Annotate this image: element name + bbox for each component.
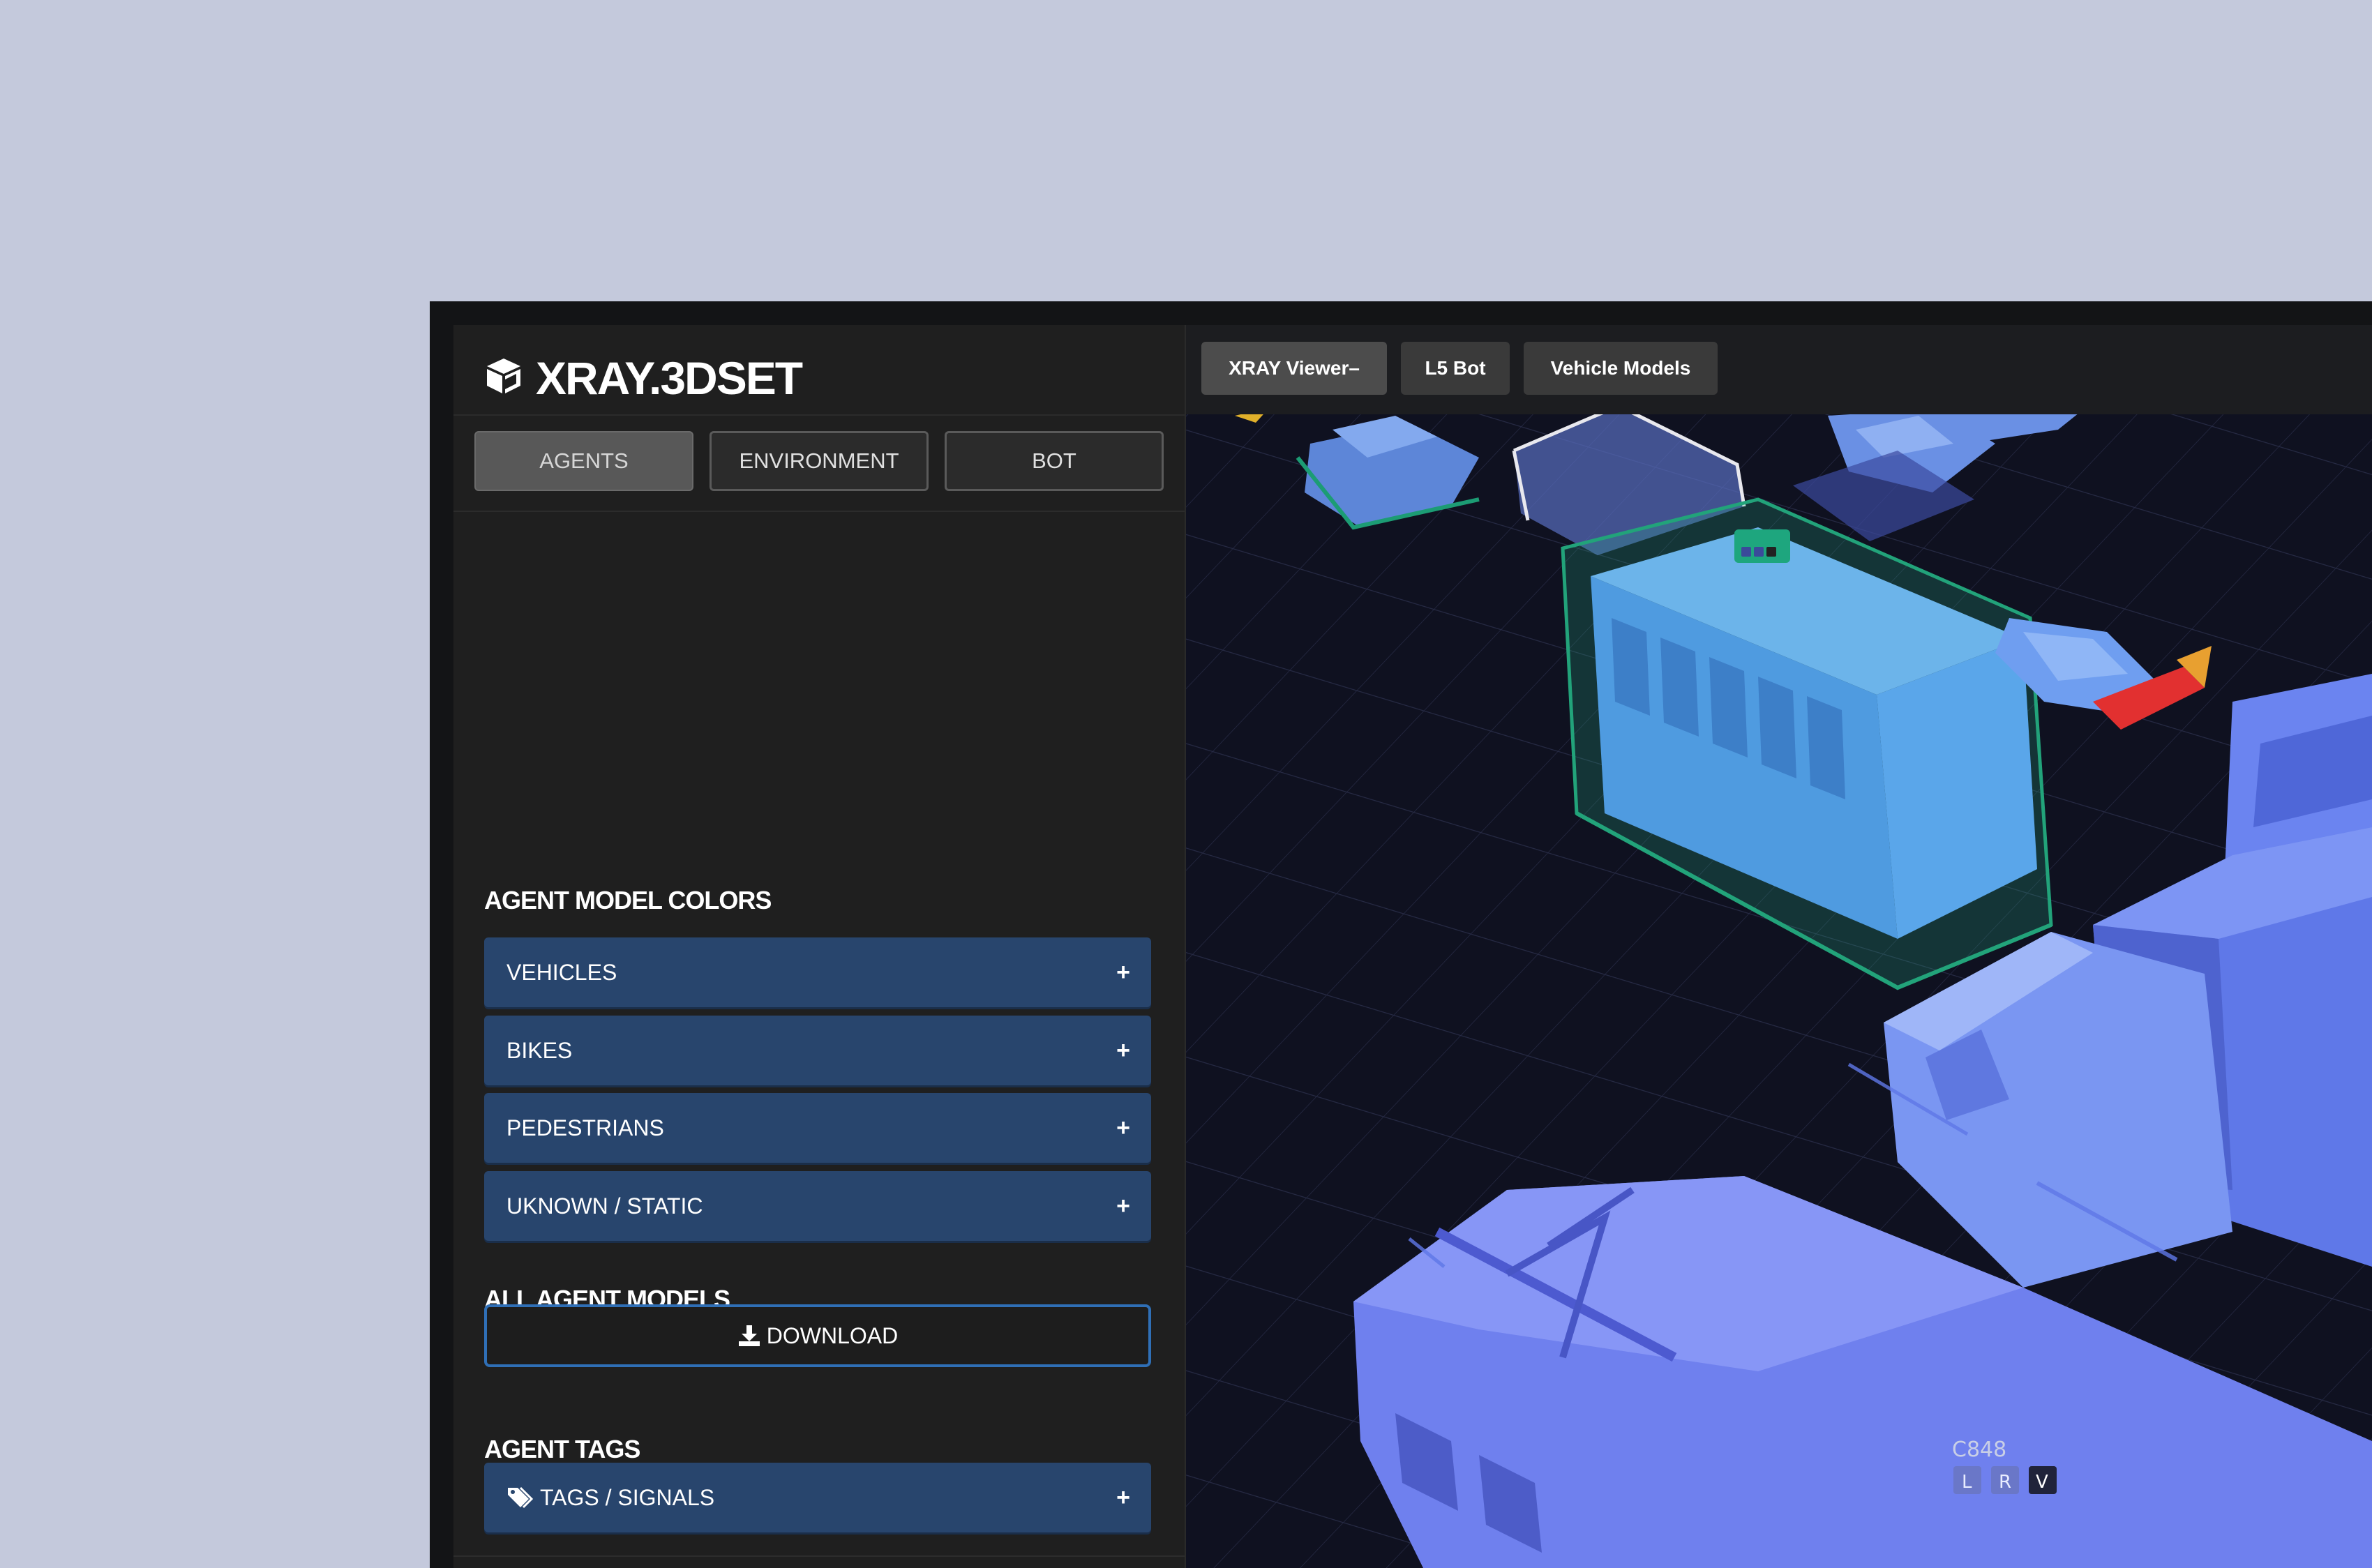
- accordion-vehicles-label: VEHICLES: [506, 959, 617, 985]
- agent-tag-v-label: V: [2036, 1472, 2048, 1493]
- app-title: XRAY.3DSET: [536, 352, 803, 404]
- plus-icon: +: [1116, 1192, 1130, 1219]
- agent-tag-l-label: L: [1962, 1472, 1972, 1493]
- tab-vehicle-models[interactable]: Vehicle Models: [1524, 342, 1718, 395]
- download-icon: [738, 1325, 760, 1346]
- tags-icon: [508, 1486, 534, 1509]
- tab-environment-label: ENVIRONMENT: [739, 448, 899, 473]
- agent-tags-title: AGENT TAGS: [484, 1435, 640, 1463]
- accordion-bikes-label: BIKES: [506, 1037, 573, 1063]
- accordion-unknown-static[interactable]: UKNOWN / STATIC +: [484, 1171, 1151, 1241]
- plus-icon: +: [1116, 958, 1130, 986]
- accordion-unknown-static-label: UKNOWN / STATIC: [506, 1193, 703, 1219]
- tab-agents-label: AGENTS: [539, 448, 629, 473]
- download-button[interactable]: DOWNLOAD: [484, 1304, 1151, 1367]
- sidebar-footer-divider: [453, 1555, 1185, 1557]
- tab-l5-bot-label: L5 Bot: [1425, 357, 1486, 379]
- tab-agents[interactable]: AGENTS: [474, 431, 693, 491]
- accordion-tags-signals-label: TAGS / SIGNALS: [540, 1484, 715, 1510]
- app-frame: XRAY.3DSET AGENTS ENVIRONMENT BOT AGENT …: [453, 325, 2372, 1568]
- accordion-tags-signals[interactable]: TAGS / SIGNALS +: [484, 1463, 1151, 1532]
- plus-icon: +: [1116, 1484, 1130, 1511]
- cube-icon: [487, 359, 520, 393]
- plus-icon: +: [1116, 1114, 1130, 1141]
- agent-model-colors-title: AGENT MODEL COLORS: [484, 886, 772, 914]
- tab-bot[interactable]: BOT: [945, 431, 1164, 491]
- agent-tag-id: C848: [1952, 1438, 2006, 1462]
- tab-bot-label: BOT: [1032, 448, 1076, 473]
- accordion-pedestrians-label: PEDESTRIANS: [506, 1115, 664, 1140]
- tabs-divider: [453, 511, 1185, 512]
- tab-xray-viewer[interactable]: XRAY Viewer–: [1201, 342, 1387, 395]
- accordion-pedestrians[interactable]: PEDESTRIANS +: [484, 1093, 1151, 1163]
- accordion-vehicles[interactable]: VEHICLES +: [484, 937, 1151, 1007]
- tab-vehicle-models-label: Vehicle Models: [1550, 357, 1691, 379]
- app-window: XRAY.3DSET AGENTS ENVIRONMENT BOT AGENT …: [430, 301, 2372, 1568]
- download-label: DOWNLOAD: [766, 1322, 899, 1348]
- plus-icon: +: [1116, 1036, 1130, 1064]
- mini-agent-tag: [1734, 529, 1790, 563]
- sidebar-header: XRAY.3DSET: [453, 325, 1185, 416]
- tab-environment[interactable]: ENVIRONMENT: [710, 431, 929, 491]
- viewer-toolbar: XRAY Viewer– L5 Bot Vehicle Models: [1186, 325, 2372, 414]
- accordion-bikes[interactable]: BIKES +: [484, 1016, 1151, 1085]
- tab-xray-viewer-label: XRAY Viewer–: [1229, 357, 1360, 379]
- 3d-scene-canvas[interactable]: C848 L R V: [1186, 325, 2372, 1568]
- xray-viewer[interactable]: C848 L R V XRAY Viewer– L5 Bot Vehicle M…: [1186, 325, 2372, 1568]
- sidebar: XRAY.3DSET AGENTS ENVIRONMENT BOT AGENT …: [453, 325, 1186, 1568]
- tab-l5-bot[interactable]: L5 Bot: [1401, 342, 1510, 395]
- agent-tag-r-label: R: [1999, 1472, 2011, 1493]
